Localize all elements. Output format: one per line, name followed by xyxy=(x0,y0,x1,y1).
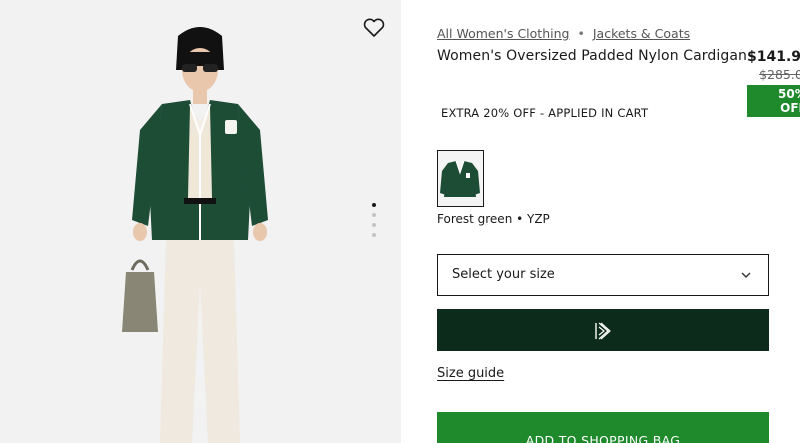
product-image-gallery[interactable] xyxy=(0,0,401,443)
discount-badge: 50% OFF xyxy=(747,85,800,117)
color-label: Forest green • YZP xyxy=(437,212,550,226)
klarna-logo-icon xyxy=(595,322,611,340)
breadcrumb-separator: • xyxy=(577,26,585,41)
promo-message: EXTRA 20% OFF - APPLIED IN CART xyxy=(441,106,649,120)
add-to-bag-button[interactable]: ADD TO SHOPPING BAG xyxy=(437,412,769,443)
gallery-dot[interactable] xyxy=(372,213,376,217)
original-price: $285.00 xyxy=(759,67,800,82)
gallery-dot[interactable] xyxy=(372,233,376,237)
size-dropdown[interactable]: Select your size xyxy=(437,254,769,296)
color-swatch-forest-green[interactable] xyxy=(437,150,484,207)
gallery-dot[interactable] xyxy=(372,223,376,227)
sale-price: $141.99 xyxy=(747,49,800,65)
breadcrumb-link-jackets-coats[interactable]: Jackets & Coats xyxy=(593,26,690,41)
swatch-thumbnail xyxy=(440,160,480,197)
gallery-dot[interactable] xyxy=(372,203,376,207)
price-block: $141.99 $285.00 50% OFF xyxy=(747,48,800,117)
breadcrumb: All Women's Clothing • Jackets & Coats xyxy=(437,26,690,41)
size-guide-link[interactable]: Size guide xyxy=(437,366,504,381)
breadcrumb-link-womens-clothing[interactable]: All Women's Clothing xyxy=(437,26,569,41)
gallery-pagination xyxy=(371,203,377,243)
wishlist-heart-icon[interactable] xyxy=(362,16,386,40)
klarna-pay-button[interactable] xyxy=(437,309,769,351)
product-info-panel: All Women's Clothing • Jackets & Coats Wom… xyxy=(437,0,800,443)
chevron-down-icon xyxy=(741,272,751,278)
size-dropdown-placeholder: Select your size xyxy=(452,267,555,282)
product-title: Women's Oversized Padded Nylon Cardigan xyxy=(437,48,747,64)
product-photo xyxy=(122,27,268,443)
